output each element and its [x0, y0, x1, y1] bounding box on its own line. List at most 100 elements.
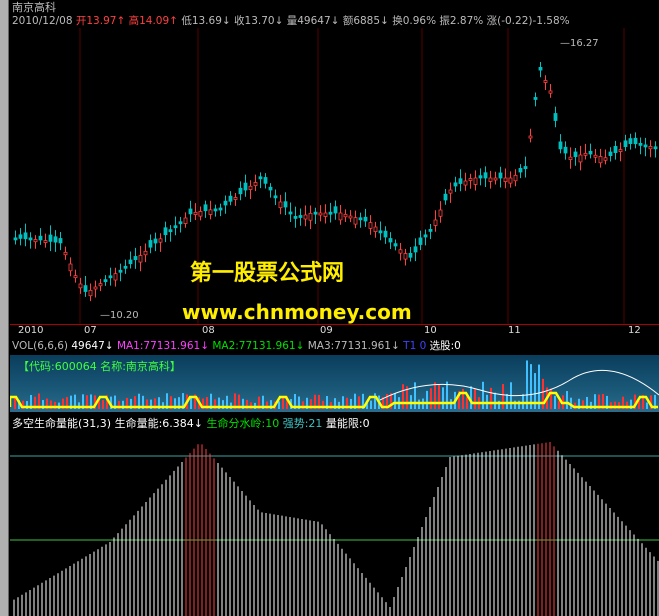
candle-body	[508, 177, 513, 184]
volume-ma2-line	[379, 369, 659, 401]
candle-body	[653, 146, 658, 150]
candle-body	[343, 213, 348, 218]
down-arrow-icon: ↓	[391, 340, 400, 352]
candle-body	[258, 176, 263, 180]
candle-body	[418, 237, 423, 245]
candle-body	[173, 225, 178, 229]
candle-body	[248, 185, 253, 190]
candle-body	[513, 174, 518, 182]
high-mark-value: 16.27	[570, 38, 599, 49]
volume-bar	[494, 392, 496, 409]
volume-bar	[466, 396, 468, 409]
candle-body	[58, 238, 63, 244]
candle-body	[13, 237, 18, 241]
candle-body	[198, 211, 203, 217]
close-label: 收	[234, 15, 245, 27]
ma1-value: MA1:77131.961	[116, 340, 201, 352]
candle-body	[578, 154, 583, 163]
candle-body	[33, 239, 38, 243]
candle-body	[23, 232, 28, 240]
candle-body	[168, 229, 173, 233]
volume-bar	[414, 382, 416, 409]
quote-date: 2010/12/08	[12, 15, 73, 27]
strength-value: 强势:21	[282, 417, 323, 430]
change-value: (-0.22)-1.58%	[497, 15, 570, 27]
candle-body	[623, 140, 628, 147]
candle-body	[458, 178, 463, 184]
candle-body	[293, 216, 298, 219]
energy-chart[interactable]	[10, 432, 659, 616]
candle-body	[448, 189, 453, 194]
volume-bar	[446, 381, 448, 409]
t1-value: 0	[419, 340, 427, 352]
candle-body	[273, 195, 278, 199]
candle-body	[618, 149, 623, 152]
stock-name: 南京高科	[12, 1, 56, 14]
candle-body	[68, 263, 73, 272]
candle-body	[548, 90, 553, 94]
candle-body	[498, 172, 503, 179]
candle-body	[573, 151, 578, 158]
candle-body	[208, 209, 213, 215]
candle-body	[528, 135, 533, 139]
down-arrow-icon: ↓	[295, 340, 305, 352]
change-label: 涨	[486, 15, 498, 27]
low-price-mark: —10.20	[100, 310, 139, 321]
candle-body	[633, 137, 638, 145]
time-label: 11	[508, 325, 521, 336]
vol-header: VOL(6,6,6) 49647 ↓ MA1:77131.961 ↓ MA2:771…	[12, 340, 461, 352]
energy-header: 多空生命量能(31,3) 生命量能:6.384↓ 生命分水岭:10 强势:21 …	[12, 418, 370, 430]
candle-body	[153, 238, 158, 244]
candle-body	[373, 226, 378, 233]
candle-body	[543, 80, 548, 83]
time-label: 07	[84, 325, 97, 336]
candle-body	[243, 182, 248, 191]
vol-value: 49647	[71, 340, 105, 352]
candle-body	[533, 97, 538, 100]
low-label: 低	[181, 15, 192, 27]
amplitude-value: 2.87%	[449, 15, 484, 27]
watermark-url: www.chnmoney.com	[182, 300, 412, 324]
candle-body	[268, 186, 273, 191]
candle-body	[503, 177, 508, 182]
candle-body	[238, 187, 243, 195]
volume-value: 49647	[297, 15, 331, 27]
down-arrow-icon: ↓	[193, 417, 203, 430]
candle-body	[363, 216, 368, 222]
vol-title: VOL(6,6,6)	[12, 340, 69, 352]
amount-label: 额	[342, 15, 354, 27]
candle-body	[473, 177, 478, 185]
volume-panel[interactable]: 【代码:600064 名称:南京高科】	[10, 355, 659, 412]
candle-body	[613, 145, 618, 153]
ma2-value: MA2:77131.961	[212, 340, 296, 352]
candle-body	[588, 150, 593, 155]
pick-value: 选股:0	[429, 340, 461, 352]
candle-body	[328, 211, 333, 215]
candle-body	[453, 182, 458, 187]
ma3-value: MA3:77131.961	[307, 340, 391, 352]
candle-body	[568, 156, 573, 160]
candle-body	[73, 275, 78, 279]
candle-body	[138, 255, 143, 263]
down-arrow-icon: ↓	[274, 15, 284, 27]
candle-body	[28, 237, 33, 241]
volume-bar	[434, 382, 436, 409]
high-label: 高	[128, 15, 140, 27]
candle-body	[53, 236, 58, 243]
volume-bar	[370, 400, 372, 409]
volume-bar	[490, 387, 492, 409]
candle-body	[193, 211, 198, 215]
candle-body	[358, 217, 363, 221]
candle-body	[18, 234, 23, 239]
volume-label: 量	[286, 15, 298, 27]
candle-body	[388, 238, 393, 243]
candle-body	[433, 219, 438, 226]
volume-bar	[426, 390, 428, 409]
candle-body	[523, 166, 528, 170]
volume-bar	[502, 384, 504, 409]
candle-body	[38, 235, 43, 241]
low-value: 13.69	[191, 15, 222, 27]
turnover-value: 0.96%	[402, 15, 437, 27]
volume-bar	[566, 391, 568, 409]
volume-bar	[522, 394, 524, 409]
